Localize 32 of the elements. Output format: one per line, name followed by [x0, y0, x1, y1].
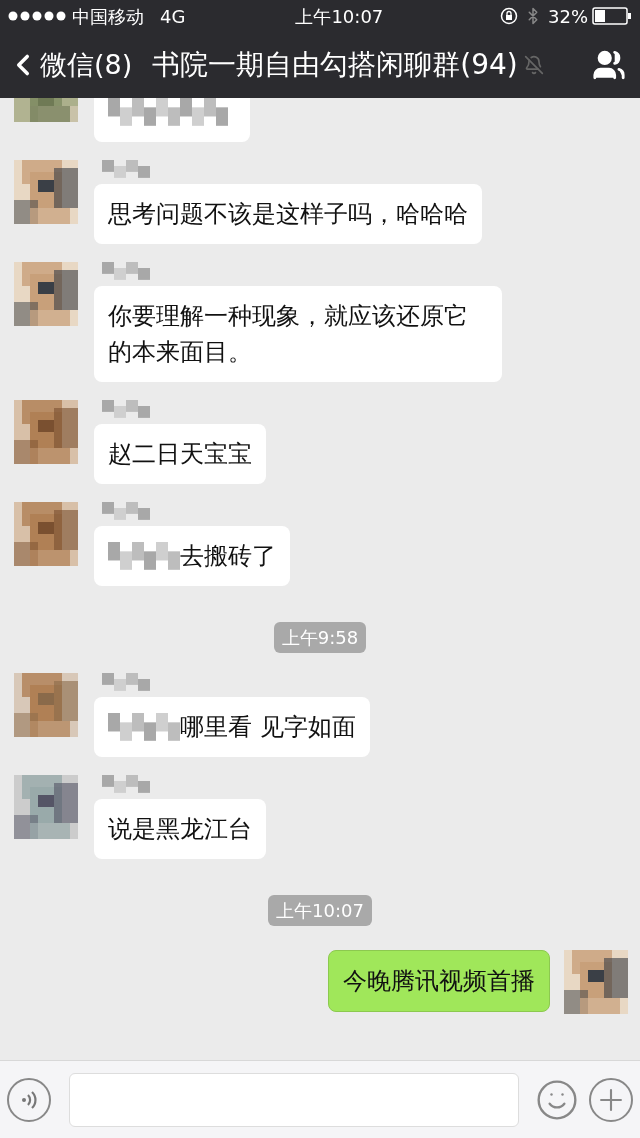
- timestamp: 上午9:58: [273, 622, 367, 653]
- blurred-name: [102, 502, 150, 520]
- blurred-name: [102, 262, 150, 280]
- rotation-lock-icon: [500, 7, 518, 25]
- add-button[interactable]: [589, 1077, 633, 1122]
- chat-title: 书院一期自由勾搭闲聊群(94): [152, 47, 518, 83]
- blurred-name: [102, 673, 150, 691]
- message-text: 说是黑龙江台: [108, 814, 252, 845]
- group-members-icon[interactable]: [592, 48, 626, 82]
- network-type: 4G: [160, 4, 186, 29]
- message-text: 赵二日天宝宝: [108, 439, 252, 470]
- carrier-name: 中国移动: [72, 4, 144, 29]
- battery-icon: [592, 7, 632, 25]
- message-text: 今晚腾讯视频首播: [343, 966, 535, 997]
- muted-icon: [523, 55, 544, 75]
- timestamp: 上午10:07: [268, 895, 372, 926]
- voice-icon: [19, 1089, 39, 1110]
- battery-percent: 32%: [548, 4, 588, 29]
- clock: 上午10:07: [295, 4, 384, 29]
- signal-icon: [8, 11, 66, 21]
- blurred-name: [102, 775, 150, 793]
- message-text: 思考问题不该是这样子吗，哈哈哈: [108, 199, 468, 230]
- message-input[interactable]: [69, 1072, 519, 1127]
- message-text: 你要理解一种现象，就应该还原它的本来面目。: [108, 301, 469, 368]
- blurred-text: [108, 713, 180, 741]
- blurred-name: [102, 160, 150, 178]
- back-link[interactable]: 微信(8): [14, 44, 133, 86]
- message-text: 去搬砖了: [180, 541, 276, 572]
- blurred-name: [102, 400, 150, 418]
- blurred-text: [108, 542, 180, 570]
- message-text: 哪里看 见字如面: [180, 712, 356, 743]
- voice-button[interactable]: [7, 1077, 51, 1122]
